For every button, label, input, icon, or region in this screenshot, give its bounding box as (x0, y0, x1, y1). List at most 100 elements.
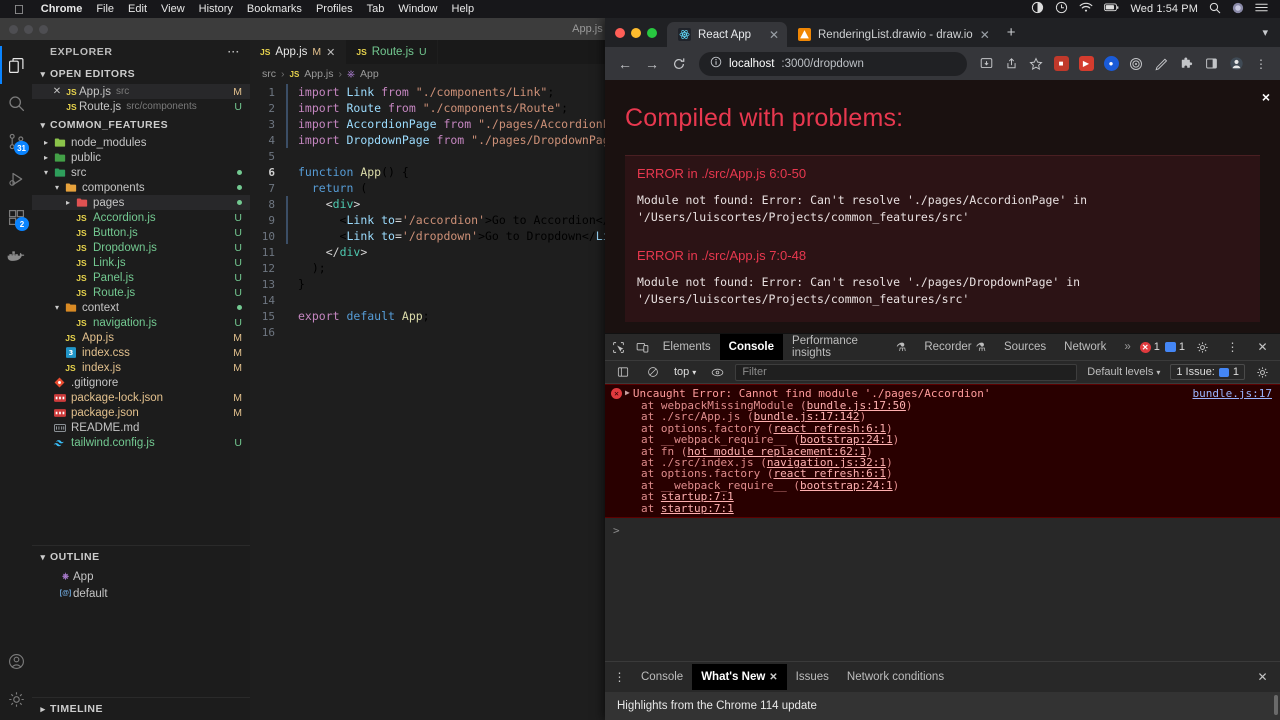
reload-icon[interactable] (667, 52, 691, 76)
chrome-menu-icon[interactable]: ⋮ (1250, 53, 1272, 75)
install-app-icon[interactable] (975, 53, 997, 75)
close-icon[interactable]: ✕ (1250, 334, 1275, 360)
menu-item-view[interactable]: View (154, 3, 192, 15)
siri-icon[interactable] (1232, 2, 1244, 17)
breadcrumb-file[interactable]: App.js (304, 68, 333, 80)
chevron-down-icon[interactable]: ▾ (1262, 26, 1280, 47)
chrome-maximize-button[interactable] (647, 28, 657, 38)
inspect-element-icon[interactable] (607, 334, 630, 360)
drawer-tab-network-conditions[interactable]: Network conditions (838, 664, 953, 690)
stack-frame-link[interactable]: bootstrap:24:1 (800, 479, 893, 492)
close-icon[interactable]: ✕ (50, 86, 64, 97)
menu-item-profiles[interactable]: Profiles (309, 3, 360, 15)
tree-file-route-js[interactable]: JS Route.js U (32, 285, 250, 300)
menu-item-edit[interactable]: Edit (121, 3, 154, 15)
devtools-tab-console[interactable]: Console (719, 334, 784, 360)
issues-summary[interactable]: 1 Issue: 1 (1170, 364, 1245, 380)
drawer-tab-console[interactable]: Console (632, 664, 692, 690)
extension-redvideo-icon[interactable]: ▶ (1075, 53, 1097, 75)
menu-item-chrome[interactable]: Chrome (34, 3, 90, 15)
tree-file-index-js[interactable]: JS index.js M (32, 360, 250, 375)
close-icon[interactable]: ✕ (980, 28, 990, 42)
stack-frame-link[interactable]: startup:7:1 (661, 502, 734, 515)
drawer-tab-issues[interactable]: Issues (787, 664, 838, 690)
console-source-link[interactable]: bundle.js:17 (1193, 387, 1272, 400)
forward-arrow-icon[interactable]: → (640, 52, 664, 76)
extension-pen-icon[interactable] (1150, 53, 1172, 75)
tree-folder-public[interactable]: ▸ public (32, 150, 250, 165)
warning-count-badge[interactable]: 1 (1164, 341, 1185, 353)
kebab-menu-icon[interactable]: ⋮ (607, 664, 632, 690)
breadcrumb-src[interactable]: src (262, 68, 276, 80)
wifi-icon[interactable] (1079, 1, 1093, 17)
editor-tab-app-js[interactable]: JS App.js M ✕ (250, 40, 347, 64)
outline-item-default[interactable]: [@] default (32, 585, 250, 602)
docker-icon[interactable] (0, 236, 32, 274)
devtools-tab-overflow[interactable]: » (1115, 334, 1139, 360)
tree-file-gitignore[interactable]: .gitignore (32, 375, 250, 390)
screen-share-icon[interactable] (1031, 1, 1044, 17)
tree-file-link-js[interactable]: JS Link.js U (32, 255, 250, 270)
console-filter-input[interactable]: Filter (735, 363, 1078, 381)
device-toolbar-icon[interactable] (630, 334, 653, 360)
time-machine-icon[interactable] (1055, 1, 1068, 17)
extensions-icon[interactable]: 2 (0, 198, 32, 236)
clear-console-icon[interactable] (640, 359, 665, 385)
section-outline[interactable]: ▾ OUTLINE (32, 546, 250, 568)
tree-file-package-lock-json[interactable]: package-lock.json M (32, 390, 250, 405)
console-levels-dropdown[interactable]: Default levels ▾ (1082, 366, 1165, 378)
chrome-tab-drawio[interactable]: RenderingList.drawio - draw.io ✕ (787, 22, 998, 47)
settings-gear-icon[interactable] (0, 680, 32, 718)
outline-item-app[interactable]: ⎈ App (32, 568, 250, 585)
chevron-right-icon[interactable]: ▸ (40, 138, 52, 147)
overlay-close-icon[interactable]: × (1262, 89, 1270, 105)
console-context-selector[interactable]: top ▾ (670, 366, 700, 378)
chevron-right-icon[interactable]: ▸ (62, 198, 74, 207)
open-editor-app-js[interactable]: ✕ JS App.js src M (32, 84, 250, 99)
gear-icon[interactable] (1250, 359, 1275, 385)
tree-folder-context[interactable]: ▾ context (32, 300, 250, 315)
section-project-root[interactable]: ▾ COMMON_FEATURES (32, 115, 250, 135)
control-center-icon[interactable] (1255, 2, 1268, 16)
menu-bar-clock[interactable]: Wed 1:54 PM (1130, 3, 1198, 15)
battery-icon[interactable] (1104, 2, 1119, 16)
extensions-puzzle-icon[interactable] (1175, 53, 1197, 75)
tree-file-panel-js[interactable]: JS Panel.js U (32, 270, 250, 285)
tree-folder-node-modules[interactable]: ▸ node_modules (32, 135, 250, 150)
console-output[interactable]: ✕ ▶ Uncaught Error: Cannot find module '… (605, 384, 1280, 661)
accounts-icon[interactable] (0, 642, 32, 680)
menu-item-tab[interactable]: Tab (360, 3, 392, 15)
devtools-tab-sources[interactable]: Sources (995, 334, 1055, 360)
menu-item-history[interactable]: History (192, 3, 240, 15)
close-icon[interactable]: ✕ (769, 672, 777, 683)
tree-file-button-js[interactable]: JS Button.js U (32, 225, 250, 240)
error-count-badge[interactable]: ✕ 1 (1139, 341, 1160, 353)
breadcrumb-symbol[interactable]: App (360, 68, 379, 80)
devtools-tab-network[interactable]: Network (1055, 334, 1115, 360)
close-icon[interactable]: ✕ (769, 28, 779, 42)
explorer-icon[interactable] (0, 46, 32, 84)
chevron-down-icon[interactable]: ▾ (51, 183, 63, 192)
tree-file-package-json[interactable]: package.json M (32, 405, 250, 420)
tree-file-tailwind-config-js[interactable]: tailwind.config.js U (32, 435, 250, 450)
section-open-editors[interactable]: ▾ OPEN EDITORS (32, 64, 250, 84)
tree-folder-src[interactable]: ▾ src (32, 165, 250, 180)
share-icon[interactable] (1000, 53, 1022, 75)
kebab-menu-icon[interactable]: ⋮ (1220, 334, 1245, 360)
chevron-right-icon[interactable]: ▸ (40, 153, 52, 162)
scrollbar-thumb[interactable] (1274, 695, 1278, 715)
menu-item-window[interactable]: Window (391, 3, 444, 15)
devtools-tab-elements[interactable]: Elements (654, 334, 720, 360)
console-sidebar-icon[interactable] (610, 359, 635, 385)
close-icon[interactable]: ✕ (1250, 664, 1275, 690)
tree-file-index-css[interactable]: 3 index.css M (32, 345, 250, 360)
new-tab-button[interactable]: + (998, 24, 1025, 47)
explorer-more-actions[interactable]: ··· (228, 46, 240, 58)
drawer-tab-whats-new[interactable]: What's New ✕ (692, 664, 787, 690)
tree-folder-components[interactable]: ▾ components (32, 180, 250, 195)
devtools-tab-performance-insights[interactable]: Performance insights ⚗ (783, 334, 915, 360)
extension-blue-icon[interactable]: ● (1100, 53, 1122, 75)
section-timeline[interactable]: ▸ TIMELINE (32, 698, 250, 720)
chrome-minimize-button[interactable] (631, 28, 641, 38)
chrome-close-button[interactable] (615, 28, 625, 38)
